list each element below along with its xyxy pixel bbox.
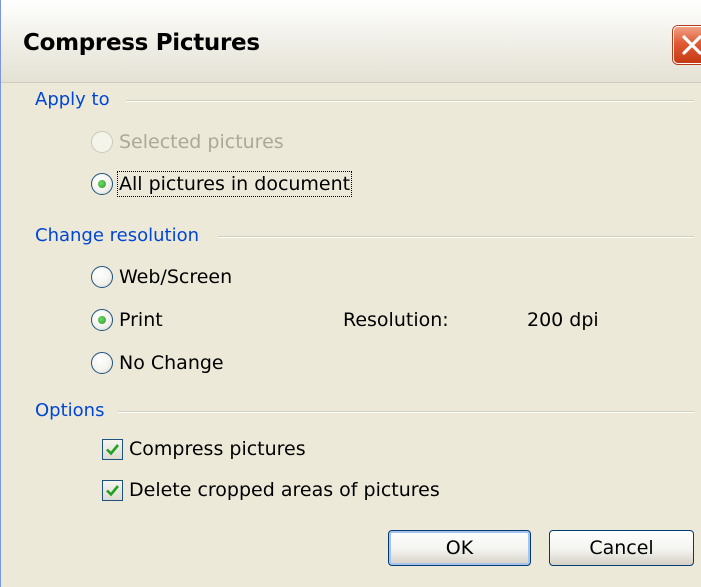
checkbox-delete-cropped-areas[interactable]: Delete cropped areas of pictures <box>102 479 440 501</box>
radio-label: Selected pictures <box>119 131 284 153</box>
radio-selected-pictures: Selected pictures <box>91 131 284 153</box>
ok-button[interactable]: OK <box>388 530 531 566</box>
close-x-icon <box>682 35 701 55</box>
radio-label: Web/Screen <box>119 266 233 288</box>
radio-button-icon <box>91 352 113 374</box>
radio-print[interactable]: Print <box>91 309 163 331</box>
radio-label: No Change <box>119 352 224 374</box>
radio-button-icon <box>91 173 113 195</box>
compress-pictures-dialog: Compress Pictures Apply to Selected pict… <box>0 0 701 587</box>
radio-button-icon <box>91 266 113 288</box>
radio-no-change[interactable]: No Change <box>91 352 224 374</box>
checkmark-icon <box>106 443 120 455</box>
resolution-label: Resolution: <box>343 309 449 331</box>
cancel-button[interactable]: Cancel <box>549 530 694 566</box>
radio-label: Print <box>119 309 163 331</box>
checkbox-label: Delete cropped areas of pictures <box>129 479 440 501</box>
radio-button-icon <box>91 309 113 331</box>
checkbox-box <box>102 438 123 460</box>
checkbox-compress-pictures[interactable]: Compress pictures <box>102 438 306 460</box>
close-button[interactable] <box>673 26 701 64</box>
checkbox-box <box>102 479 123 501</box>
section-change-resolution: Change resolution <box>35 225 199 246</box>
section-apply-to: Apply to <box>35 89 110 110</box>
radio-all-pictures[interactable]: All pictures in document <box>91 171 353 197</box>
radio-label: All pictures in document <box>116 171 353 197</box>
section-divider <box>218 236 694 238</box>
radio-dot-icon <box>98 316 106 324</box>
resolution-value: 200 dpi <box>527 309 599 331</box>
radio-dot-icon <box>98 180 106 188</box>
section-options: Options <box>35 400 105 421</box>
checkbox-label: Compress pictures <box>129 438 306 460</box>
radio-button-icon <box>91 131 113 153</box>
dialog-title: Compress Pictures <box>23 30 260 56</box>
title-bar[interactable]: Compress Pictures <box>1 0 701 83</box>
radio-web-screen[interactable]: Web/Screen <box>91 266 232 288</box>
checkmark-icon <box>106 484 120 496</box>
section-divider <box>118 411 694 413</box>
section-divider <box>126 100 694 102</box>
